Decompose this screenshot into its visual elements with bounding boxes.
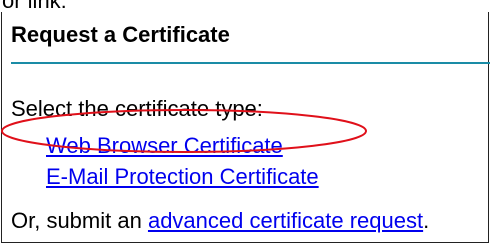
advanced-request-prefix: Or, submit an <box>11 208 148 233</box>
email-protection-certificate-link[interactable]: E-Mail Protection Certificate <box>46 164 319 190</box>
panel-title: Request a Certificate <box>11 22 230 47</box>
advanced-request-line: Or, submit an advanced certificate reque… <box>11 208 429 234</box>
title-divider <box>11 62 490 64</box>
advanced-request-suffix: . <box>423 208 430 233</box>
request-certificate-panel: Request a Certificate Select the certifi… <box>1 12 490 243</box>
advanced-certificate-request-link[interactable]: advanced certificate request <box>148 208 423 233</box>
select-certificate-type-label: Select the certificate type: <box>11 96 263 121</box>
web-browser-certificate-link[interactable]: Web Browser Certificate <box>46 133 283 159</box>
